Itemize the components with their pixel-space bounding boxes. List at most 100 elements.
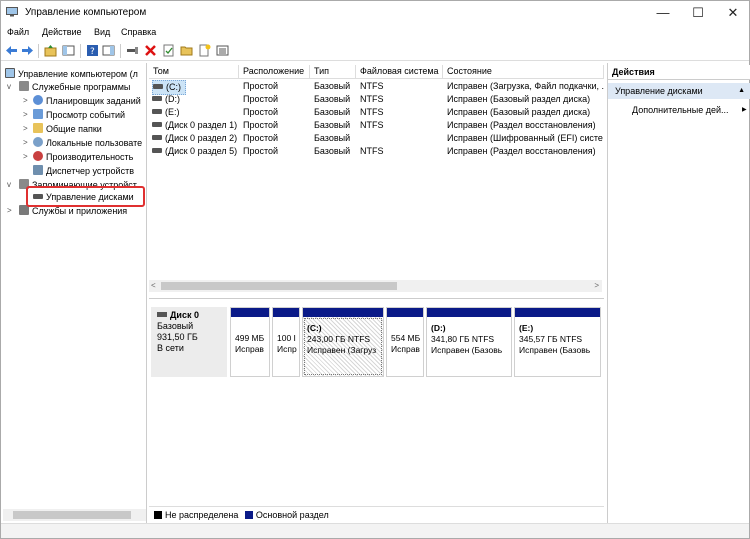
- chevron-down-icon[interactable]: v: [7, 82, 11, 91]
- back-arrow-icon[interactable]: [5, 44, 18, 57]
- column-header-status[interactable]: Состояние: [443, 65, 604, 79]
- legend: Не распределена Основной раздел: [149, 506, 604, 522]
- computer-icon: [5, 68, 15, 78]
- partition-d[interactable]: (D:) 341,80 ГБ NTFS Исправен (Базовь: [426, 307, 512, 377]
- maximize-button[interactable]: ☐: [682, 3, 714, 23]
- view-list-icon[interactable]: [216, 44, 229, 57]
- shared-folder-icon: [33, 123, 43, 133]
- connect-icon[interactable]: [126, 44, 139, 57]
- performance-icon: [33, 151, 43, 161]
- window-title: Управление компьютером: [25, 7, 147, 18]
- disk-size: 931,50 ГБ: [157, 332, 198, 342]
- disk-graphical-view: Диск 0 Базовый 931,50 ГБ В сети 499 МБ Ис…: [149, 298, 604, 498]
- chevron-right-icon[interactable]: >: [23, 110, 28, 119]
- menu-bar: Файл Действие Вид Справка: [1, 25, 749, 41]
- volume-icon: [153, 84, 163, 89]
- primary-swatch: [244, 511, 253, 519]
- legend-unallocated: Не распределена: [165, 510, 239, 520]
- tree-item-shared-folders[interactable]: Общие папки: [33, 123, 102, 136]
- menu-action[interactable]: Действие: [42, 27, 82, 37]
- volume-icon: [152, 96, 162, 101]
- tools-icon: [19, 81, 29, 91]
- actions-pane: Действия Управление дисками ▲ Дополнител…: [607, 63, 750, 523]
- tree-horizontal-scrollbar[interactable]: [3, 509, 146, 521]
- volume-icon: [152, 148, 162, 153]
- volume-list: Том Расположение Тип Файловая система Со…: [149, 63, 604, 296]
- scrollbar-thumb[interactable]: [161, 282, 397, 290]
- table-row[interactable]: (Диск 0 раздел 1) Простой Базовый NTFS И…: [149, 119, 604, 132]
- disk-name: Диск 0: [170, 310, 199, 320]
- disk-status: В сети: [157, 343, 184, 353]
- minimize-button[interactable]: —: [647, 3, 679, 23]
- volume-list-horizontal-scrollbar[interactable]: < >: [149, 280, 602, 292]
- highlight-box: [26, 186, 145, 207]
- tree-item-system-tools[interactable]: Служебные программы: [19, 81, 130, 94]
- table-row[interactable]: (Диск 0 раздел 5) Простой Базовый NTFS И…: [149, 145, 604, 158]
- chevron-right-icon[interactable]: >: [23, 124, 28, 133]
- computer-management-icon: [6, 7, 18, 17]
- actions-header: Действия: [608, 65, 750, 80]
- column-header-layout[interactable]: Расположение: [239, 65, 310, 79]
- scrollbar-thumb[interactable]: [13, 511, 131, 519]
- computer-management-window: Управление компьютером — ☐ ✕ Файл Действ…: [0, 0, 750, 539]
- help-icon[interactable]: ?: [86, 44, 99, 57]
- partition-2[interactable]: 100 I Испр: [272, 307, 300, 377]
- unallocated-swatch: [154, 511, 162, 519]
- forward-arrow-icon[interactable]: [21, 44, 34, 57]
- chevron-right-icon[interactable]: >: [23, 152, 28, 161]
- chevron-right-icon[interactable]: >: [23, 138, 28, 147]
- partition-c[interactable]: (C:) 243,00 ГБ NTFS Исправен (Загруз: [302, 307, 384, 377]
- column-header-type[interactable]: Тип: [310, 65, 356, 79]
- up-folder-icon[interactable]: [44, 44, 57, 57]
- delete-icon[interactable]: [144, 44, 157, 57]
- device-manager-icon: [33, 165, 43, 175]
- table-row[interactable]: (Диск 0 раздел 2) Простой Базовый Исправ…: [149, 132, 604, 145]
- show-action-pane-icon[interactable]: [102, 44, 115, 57]
- tree-item-performance[interactable]: Производительность: [33, 151, 133, 164]
- legend-primary: Основной раздел: [255, 510, 329, 520]
- open-folder-icon[interactable]: [180, 44, 193, 57]
- table-row[interactable]: (C:) Простой Базовый NTFS Исправен (Загр…: [149, 80, 604, 95]
- collapse-icon[interactable]: ▲: [738, 83, 745, 99]
- chevron-down-icon[interactable]: v: [7, 180, 11, 189]
- title-bar: Управление компьютером — ☐ ✕: [1, 1, 749, 25]
- tree-item-local-users[interactable]: Локальные пользовате: [33, 137, 142, 150]
- chevron-right-icon[interactable]: >: [7, 206, 12, 215]
- disk-type: Базовый: [157, 321, 194, 331]
- console-tree: Управление компьютером (л v Служебные пр…: [3, 63, 147, 523]
- disk-icon: [157, 312, 167, 317]
- chevron-right-icon[interactable]: >: [23, 96, 28, 105]
- menu-file[interactable]: Файл: [7, 27, 29, 37]
- scroll-left-icon[interactable]: <: [151, 281, 156, 290]
- column-header-file-system[interactable]: Файловая система: [356, 65, 443, 79]
- toolbar: ?: [1, 41, 749, 61]
- users-icon: [33, 137, 43, 147]
- menu-help[interactable]: Справка: [121, 27, 156, 37]
- event-viewer-icon: [33, 109, 43, 119]
- tree-item-event-viewer[interactable]: Просмотр событий: [33, 109, 125, 122]
- properties-icon[interactable]: [162, 44, 175, 57]
- partition-1[interactable]: 499 МБ Исправ: [230, 307, 270, 377]
- volume-icon: [152, 135, 162, 140]
- submenu-arrow-icon: ▶: [742, 107, 747, 113]
- table-row[interactable]: (D:) Простой Базовый NTFS Исправен (Базо…: [149, 93, 604, 106]
- menu-view[interactable]: Вид: [94, 27, 110, 37]
- tree-item-computer-management[interactable]: Управление компьютером (л: [5, 68, 138, 81]
- column-header-volume[interactable]: Том: [149, 65, 239, 79]
- disk-info-panel[interactable]: Диск 0 Базовый 931,50 ГБ В сети: [151, 307, 227, 377]
- clock-icon: [33, 95, 43, 105]
- tree-item-device-manager[interactable]: Диспетчер устройств: [33, 165, 134, 178]
- actions-section-disk-management[interactable]: Управление дисками ▲: [608, 83, 750, 99]
- partition-e[interactable]: (E:) 345,57 ГБ NTFS Исправен (Базовь: [514, 307, 601, 377]
- partition-4[interactable]: 554 МБ Исправ: [386, 307, 424, 377]
- tree-item-task-scheduler[interactable]: Планировщик заданий: [33, 95, 141, 108]
- table-row[interactable]: (E:) Простой Базовый NTFS Исправен (Базо…: [149, 106, 604, 119]
- svg-text:?: ?: [90, 47, 95, 57]
- volume-icon: [152, 122, 162, 127]
- scroll-right-icon[interactable]: >: [594, 281, 599, 290]
- volume-icon: [152, 109, 162, 114]
- show-console-tree-icon[interactable]: [62, 44, 75, 57]
- more-actions-item[interactable]: Дополнительные дей... ▶: [632, 105, 747, 115]
- new-item-icon[interactable]: [198, 44, 211, 57]
- close-button[interactable]: ✕: [717, 3, 749, 23]
